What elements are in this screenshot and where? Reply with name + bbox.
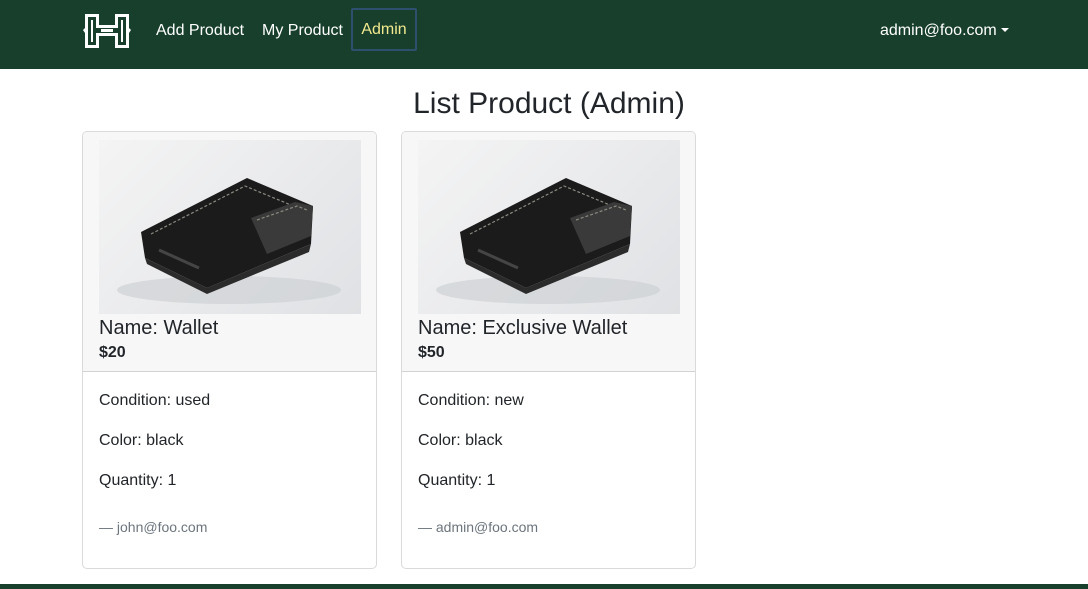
product-quantity: Quantity: 1 [99,472,177,489]
nav-admin-link[interactable]: Admin [351,8,417,51]
product-color: Color: black [418,432,503,449]
chevron-down-icon [1000,28,1009,32]
product-price: $50 [418,344,445,361]
card-header: Name: Exclusive Wallet $50 [402,132,695,372]
user-email: admin@foo.com [880,22,997,39]
nav-add-product-link[interactable]: Add Product [156,21,244,41]
nav-my-product-link[interactable]: My Product [262,21,343,41]
product-condition: Condition: new [418,392,524,409]
hawaii-h-logo-icon[interactable] [82,10,132,52]
product-owner: — john@foo.com [99,519,208,535]
product-card: Name: Exclusive Wallet $50 Condition: ne… [401,131,696,569]
user-dropdown[interactable]: admin@foo.com [880,21,1009,41]
top-navbar: Add Product My Product Admin admin@foo.c… [0,0,1088,69]
product-quantity: Quantity: 1 [418,472,496,489]
product-owner: — admin@foo.com [418,519,539,535]
product-color: Color: black [99,432,184,449]
product-name: Name: Wallet [99,317,219,339]
product-name: Name: Exclusive Wallet [418,317,628,339]
product-condition: Condition: used [99,392,211,409]
footer-bar [0,584,1088,589]
page-title: List Product (Admin) [413,87,685,120]
wallet-photo [99,140,361,314]
product-price: $20 [99,344,126,361]
product-card: Name: Wallet $20 Condition: used Color: … [82,131,377,569]
card-header: Name: Wallet $20 [83,132,376,372]
wallet-photo [418,140,680,314]
